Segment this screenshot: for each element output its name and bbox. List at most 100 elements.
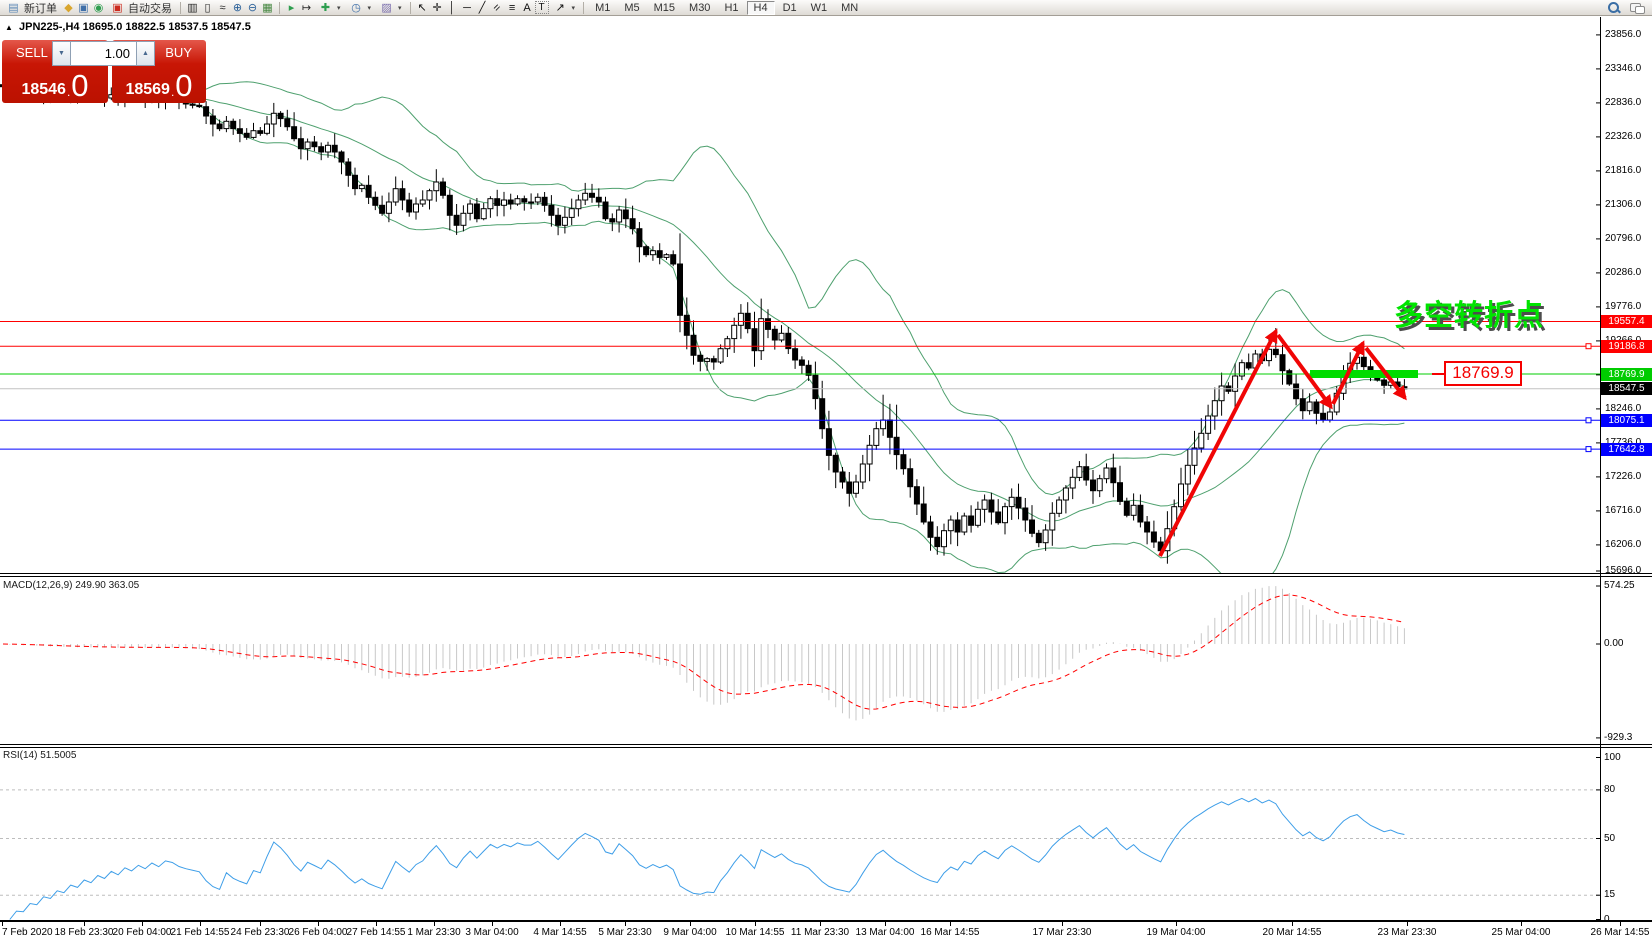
zoom-in-icon[interactable]: ⊕ [230, 1, 245, 15]
time-axis-label: 3 Mar 04:00 [465, 927, 518, 938]
timeframe-button-m15[interactable]: M15 [648, 1, 681, 15]
macd-scale-label: -929.3 [1604, 732, 1632, 743]
rsi-line [10, 798, 1405, 919]
rsi-scale-label: 100 [1604, 752, 1621, 763]
macd-histogram [3, 586, 1404, 720]
metaeditor-icon[interactable]: ◆ [61, 1, 76, 15]
volume-increase-button[interactable]: ▲ [136, 41, 155, 66]
price-tick-label: 17226.0 [1605, 471, 1641, 482]
add-indicator-icon: ✚ [318, 1, 333, 15]
buy-price: 18569 . 0 [112, 71, 206, 101]
template-icon: ▨ [379, 1, 394, 15]
toolbar-separator [180, 2, 181, 14]
time-axis-label: 20 Feb 04:00 [113, 927, 172, 938]
price-tick-label: 16716.0 [1605, 505, 1641, 516]
price-tick-label: 20286.0 [1605, 267, 1641, 278]
buy-price-main: 18569 [125, 79, 170, 101]
time-axis-label: 21 Feb 14:55 [171, 927, 230, 938]
periods-button[interactable]: ◷ ▾ [345, 0, 376, 15]
volume-decrease-button[interactable]: ▼ [52, 41, 71, 66]
vertical-line-tool-icon[interactable]: │ [445, 1, 460, 15]
time-axis-label: 25 Mar 04:00 [1492, 927, 1551, 938]
price-line-chip: 18075.1 [1601, 414, 1652, 427]
macd-label: MACD(12,26,9) 249.90 363.05 [3, 580, 139, 591]
time-axis-label: 5 Mar 23:30 [598, 927, 651, 938]
highlight-segment [1310, 370, 1418, 378]
last-price-chip: 18547.5 [1601, 382, 1652, 395]
time-axis-label: 10 Mar 14:55 [726, 927, 785, 938]
time-axis-label: 17 Mar 23:30 [1033, 927, 1092, 938]
tile-windows-icon[interactable]: ▦ [260, 1, 275, 15]
candle-chart-mode-icon[interactable]: ▯ [200, 1, 215, 15]
time-axis-label: 19 Mar 04:00 [1147, 927, 1206, 938]
timeframe-button-d1[interactable]: D1 [777, 1, 803, 15]
autotrading-button[interactable]: ▣ 自动交易 [106, 0, 176, 15]
price-tick-label: 19776.0 [1605, 301, 1641, 312]
bar-chart-mode-icon[interactable]: ▥ [185, 1, 200, 15]
toolbar-separator [279, 2, 280, 14]
fibonacci-tool-icon[interactable]: ≡ [505, 1, 520, 15]
crosshair-tool-icon[interactable]: ✛ [430, 1, 445, 15]
rsi-scale-label: 80 [1604, 784, 1615, 795]
price-tick-label: 18246.0 [1605, 403, 1641, 414]
timeframe-button-h1[interactable]: H1 [718, 1, 744, 15]
time-axis-label: 23 Mar 23:30 [1378, 927, 1437, 938]
macd-scale-label: 0.00 [1604, 638, 1623, 649]
chevron-down-icon: ▾ [398, 4, 402, 12]
trend-arrow [1160, 331, 1276, 556]
time-axis-label: 16 Mar 14:55 [921, 927, 980, 938]
time-axis-label: 26 Feb 04:00 [289, 927, 348, 938]
price-line-chip: 19186.8 [1601, 340, 1652, 353]
chart-shift-icon[interactable]: ↦ [299, 1, 314, 15]
templates-button[interactable]: ▨ ▾ [375, 0, 406, 15]
buy-price-pip: 0 [175, 71, 192, 101]
search-icon[interactable] [1608, 2, 1620, 14]
rsi-scale-label: 15 [1604, 889, 1615, 900]
new-order-label: 新订单 [24, 0, 57, 16]
ohlc-values: 18695.0 18822.5 18537.5 18547.5 [83, 21, 251, 33]
price-line-chip: 19557.4 [1601, 315, 1652, 328]
price-tick-label: 16206.0 [1605, 539, 1641, 550]
arrow-shapes-icon: ↗ [553, 1, 568, 15]
timeframe-button-w1[interactable]: W1 [805, 1, 834, 15]
toolbar: ▤ 新订单 ◆ ▣ ◉ ▣ 自动交易 ▥ ▯ ≈ ⊕ ⊖ ▦ ▸ ↦ ✚ ▾ ◷… [0, 0, 1652, 16]
price-tick-label: 20796.0 [1605, 233, 1641, 244]
label-tool-icon[interactable]: T [535, 1, 549, 14]
new-order-button[interactable]: ▤ 新订单 [2, 0, 61, 15]
arrows-tool-button[interactable]: ↗ ▾ [549, 0, 580, 15]
text-tool-icon[interactable]: A [520, 1, 535, 15]
chevron-down-icon: ▾ [337, 4, 341, 12]
time-axis-label: 27 Feb 14:55 [347, 927, 406, 938]
price-tick-label: 15696.0 [1605, 565, 1641, 576]
timeframe-button-m30[interactable]: M30 [683, 1, 716, 15]
line-chart-mode-icon[interactable]: ≈ [215, 1, 230, 15]
trendline-tool-icon[interactable]: ╱ [475, 1, 490, 15]
indicators-button[interactable]: ✚ ▾ [314, 0, 345, 15]
cursor-tool-icon[interactable]: ↖ [415, 1, 430, 15]
chart-canvas[interactable] [0, 0, 1652, 940]
price-tag-18769[interactable]: 18769.9 [1444, 361, 1522, 386]
price-tick-label: 22836.0 [1605, 97, 1641, 108]
sell-price-pip: 0 [71, 71, 88, 101]
timeframe-button-m1[interactable]: M1 [589, 1, 616, 15]
timeframe-button-m5[interactable]: M5 [618, 1, 645, 15]
horizontal-line-tool-icon[interactable]: ─ [460, 1, 475, 15]
timeframe-button-mn[interactable]: MN [835, 1, 864, 15]
volume-stepper: ▼ 1.00 ▲ [52, 41, 155, 66]
zoom-out-icon[interactable]: ⊖ [245, 1, 260, 15]
chat-icon[interactable] [1630, 3, 1644, 13]
sell-button[interactable]: SELL [16, 45, 48, 60]
price-tick-label: 23346.0 [1605, 63, 1641, 74]
time-axis-label: 20 Mar 14:55 [1263, 927, 1322, 938]
terminal-icon[interactable]: ▣ [76, 1, 91, 15]
autotrading-label: 自动交易 [128, 0, 172, 16]
time-axis-label: 9 Mar 04:00 [663, 927, 716, 938]
buy-button[interactable]: BUY [165, 45, 192, 60]
volume-field[interactable]: 1.00 [71, 41, 136, 66]
timeframe-button-h4[interactable]: H4 [747, 1, 775, 15]
rsi-scale-label: 50 [1604, 833, 1615, 844]
sell-price: 18546 . 0 [2, 71, 108, 101]
channel-tool-icon[interactable]: = [490, 1, 505, 15]
auto-scroll-icon[interactable]: ▸ [284, 1, 299, 15]
signals-icon[interactable]: ◉ [91, 1, 106, 15]
